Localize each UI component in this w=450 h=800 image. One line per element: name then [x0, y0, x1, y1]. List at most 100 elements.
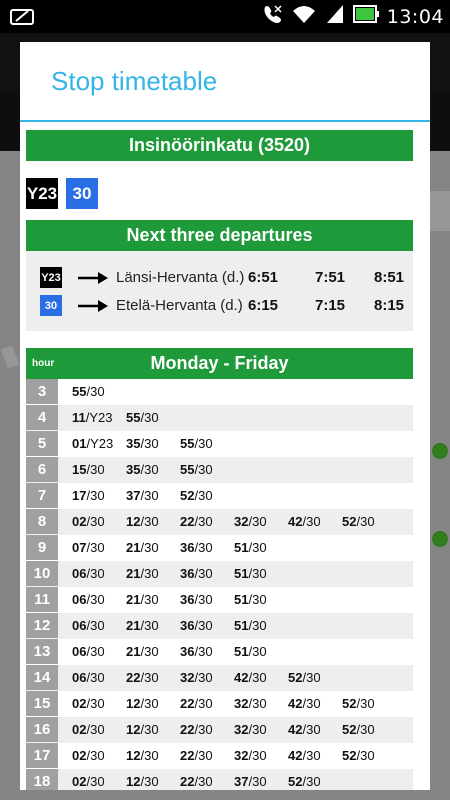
timetable-row: 9 07/30 21/30 36/30 51/30 [26, 535, 413, 561]
timetable-departure: 42/30 [288, 514, 321, 529]
timetable-departure: 52/30 [288, 670, 321, 685]
timetable-departure: 15/30 [72, 462, 105, 477]
departure-minute: 52 [288, 774, 303, 789]
departure-minute: 51 [234, 618, 249, 633]
timetable-departure: 22/30 [180, 722, 213, 737]
timetable-departure: 32/30 [234, 696, 267, 711]
departure-minute: 52 [288, 670, 303, 685]
departure-minute: 52 [342, 696, 357, 711]
departure-minute: 42 [288, 696, 303, 711]
line-badge-30[interactable]: 30 [66, 178, 98, 209]
timetable-row: 10 06/30 21/30 36/30 51/30 [26, 561, 413, 587]
departure-time: 8:51 [374, 269, 405, 286]
departure-line: 30 [90, 514, 105, 529]
departure-time: 8:15 [374, 297, 405, 314]
departure-minute: 32 [234, 722, 249, 737]
status-bar: 13:04 [0, 0, 450, 33]
departure-minute: 06 [72, 566, 87, 581]
departure-minute: 32 [234, 514, 249, 529]
timetable-hour: 13 [26, 639, 58, 664]
line-badges: Y23 30 [26, 178, 98, 209]
departure-minute: 35 [126, 436, 141, 451]
departure-line: 30 [90, 774, 105, 789]
departure-minute: 02 [72, 696, 87, 711]
timetable-departure: 07/30 [72, 540, 105, 555]
timetable-departure: 32/30 [234, 722, 267, 737]
departure-minute: 17 [72, 488, 87, 503]
departure-line: 30 [144, 592, 159, 607]
timetable-departure: 02/30 [72, 722, 105, 737]
timetable-hour: 16 [26, 717, 58, 742]
timetable-departure: 52/30 [342, 696, 375, 711]
departure-line: 30 [198, 488, 213, 503]
timetable-departure: 36/30 [180, 566, 213, 581]
departure-line: 30 [90, 748, 105, 763]
timetable-row: 5 01/Y23 35/30 55/30 [26, 431, 413, 457]
departure-line: 30 [252, 618, 267, 633]
timetable-departure: 22/30 [180, 748, 213, 763]
departure-minute: 51 [234, 592, 249, 607]
timetable-departure: 21/30 [126, 566, 159, 581]
departure-line: 30 [144, 410, 159, 425]
timetable-departure: 35/30 [126, 462, 159, 477]
departure-row[interactable]: 30 Etelä-Hervanta (d.) 6:15 7:15 8:15 [40, 295, 410, 317]
timetable-departure: 52/30 [180, 488, 213, 503]
departure-minute: 12 [126, 748, 141, 763]
departure-minute: 22 [180, 748, 195, 763]
signal-icon [325, 3, 345, 30]
arrow-right-icon [78, 300, 108, 312]
timetable-departure: 51/30 [234, 644, 267, 659]
departure-line: 30 [252, 670, 267, 685]
timetable-departure: 06/30 [72, 670, 105, 685]
timetable-row: 11 06/30 21/30 36/30 51/30 [26, 587, 413, 613]
departure-line: 30 [144, 566, 159, 581]
departure-line: 30 [252, 644, 267, 659]
departure-minute: 21 [126, 644, 141, 659]
departure-line: 30 [90, 566, 105, 581]
timetable-hour: 15 [26, 691, 58, 716]
mute-icon [261, 3, 283, 30]
timetable-departure: 12/30 [126, 774, 159, 789]
timetable-row: 3 55/30 [26, 379, 413, 405]
line-badge-y23[interactable]: Y23 [26, 178, 58, 209]
departure-minute: 22 [180, 722, 195, 737]
departure-line: 30 [198, 540, 213, 555]
timetable-departure: 17/30 [72, 488, 105, 503]
departure-minute: 55 [180, 462, 195, 477]
departure-line: 30 [144, 670, 159, 685]
departure-minute: 07 [72, 540, 87, 555]
timetable-departure: 42/30 [288, 696, 321, 711]
timetable-departure: 21/30 [126, 592, 159, 607]
timetable-departure: 02/30 [72, 748, 105, 763]
timetable-row: 18 02/30 12/30 22/30 37/30 52/30 [26, 769, 413, 790]
departure-minute: 12 [126, 774, 141, 789]
departure-minute: 02 [72, 748, 87, 763]
timetable-departure: 52/30 [342, 514, 375, 529]
timetable-departure: 02/30 [72, 514, 105, 529]
departure-minute: 06 [72, 618, 87, 633]
departure-line: 30 [144, 696, 159, 711]
departure-minute: 42 [288, 748, 303, 763]
timetable-departure: 32/30 [234, 748, 267, 763]
departure-line-badge: 30 [40, 295, 62, 316]
departure-line: 30 [198, 774, 213, 789]
departure-minute: 36 [180, 566, 195, 581]
departure-line: 30 [144, 774, 159, 789]
departure-minute: 21 [126, 566, 141, 581]
timetable-departure: 55/30 [72, 384, 105, 399]
departure-line: 30 [90, 722, 105, 737]
timetable-departure: 32/30 [234, 514, 267, 529]
timetable-departure: 35/30 [126, 436, 159, 451]
departure-row[interactable]: Y23 Länsi-Hervanta (d.) 6:51 7:51 8:51 [40, 267, 410, 289]
departure-line: 30 [252, 774, 267, 789]
departure-line: 30 [306, 670, 321, 685]
timetable-departure: 55/30 [180, 462, 213, 477]
departure-minute: 12 [126, 696, 141, 711]
battery-icon [352, 3, 379, 30]
departure-minute: 36 [180, 592, 195, 607]
departure-line: 30 [360, 748, 375, 763]
timetable-row: 7 17/30 37/30 52/30 [26, 483, 413, 509]
departure-minute: 55 [180, 436, 195, 451]
departure-line: 30 [198, 748, 213, 763]
timetable-hour: 9 [26, 535, 58, 560]
